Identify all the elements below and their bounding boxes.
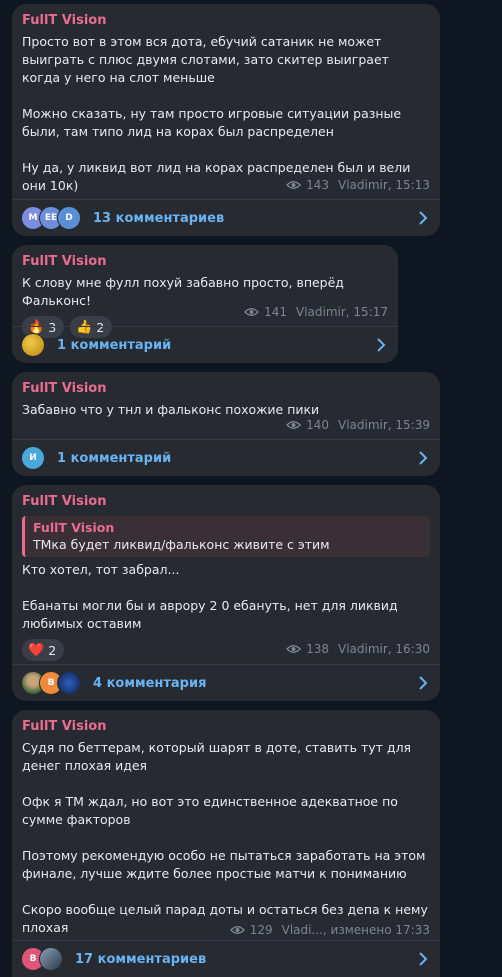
post-signature: Vladimir, 15:17 bbox=[295, 305, 388, 319]
avatar-image bbox=[57, 671, 81, 695]
comments-button[interactable]: 1 комментарий bbox=[12, 326, 398, 363]
views-count: 143 bbox=[306, 178, 329, 192]
post-signature: Vladimir, 16:30 bbox=[337, 642, 430, 656]
comments-button[interactable]: B 4 комментария bbox=[12, 664, 440, 701]
channel-post[interactable]: FullT Vision Просто вот в этом вся дота,… bbox=[12, 4, 440, 236]
post-text: Забавно что у тнл и фальконс похожие пик… bbox=[22, 402, 320, 417]
reaction-count: 2 bbox=[48, 642, 57, 658]
views-eye-icon bbox=[229, 926, 245, 934]
chevron-right-icon bbox=[419, 211, 428, 225]
post-meta: 138 Vladimir, 16:30 bbox=[286, 642, 430, 656]
comments-count: 1 комментарий bbox=[57, 337, 172, 353]
commenter-avatars: B bbox=[21, 671, 81, 695]
channel-post[interactable]: FullT Vision К слову мне фулл похуй заба… bbox=[12, 245, 398, 363]
post-author[interactable]: FullT Vision bbox=[22, 493, 430, 510]
post-text: Кто хотел, тот забрал... Ебанаты могли б… bbox=[22, 562, 398, 631]
post-author[interactable]: FullT Vision bbox=[22, 718, 430, 735]
chevron-right-icon bbox=[377, 338, 386, 352]
avatar-image bbox=[39, 947, 63, 971]
views-eye-icon bbox=[244, 308, 260, 316]
channel-post[interactable]: FullT Vision Забавно что у тнл и фалькон… bbox=[12, 372, 440, 476]
commenter-avatars: И bbox=[21, 446, 45, 470]
avatar-image bbox=[21, 333, 45, 357]
post-meta: 140 Vladimir, 15:39 bbox=[286, 418, 430, 432]
comments-button[interactable]: B 17 комментариев bbox=[12, 940, 440, 977]
chevron-right-icon bbox=[419, 451, 428, 465]
comments-button[interactable]: M EE D 13 комментариев bbox=[12, 199, 440, 236]
comments-count: 17 комментариев bbox=[75, 951, 207, 967]
chevron-right-icon bbox=[419, 676, 428, 690]
commenter-avatars: M EE D bbox=[21, 206, 81, 230]
views-count: 140 bbox=[306, 418, 329, 432]
post-meta: 129 Vladi..., изменено 17:33 bbox=[229, 923, 430, 937]
comments-count: 13 комментариев bbox=[93, 210, 225, 226]
post-text: Судя по беттерам, который шарят в доте, … bbox=[22, 740, 428, 935]
comments-button[interactable]: И 1 комментарий bbox=[12, 439, 440, 476]
avatar: D bbox=[57, 206, 81, 230]
comments-count: 4 комментария bbox=[93, 675, 207, 691]
post-author[interactable]: FullT Vision bbox=[22, 253, 388, 270]
post-meta: 141 Vladimir, 15:17 bbox=[244, 305, 388, 319]
post-author[interactable]: FullT Vision bbox=[22, 380, 430, 397]
quote-author: FullT Vision bbox=[33, 520, 115, 535]
views-count: 141 bbox=[264, 305, 287, 319]
views-count: 138 bbox=[306, 642, 329, 656]
channel-post[interactable]: FullT Vision FullT Vision ТМка будет лик… bbox=[12, 485, 440, 701]
comments-count: 1 комментарий bbox=[57, 450, 172, 466]
post-signature: Vladimir, 15:39 bbox=[337, 418, 430, 432]
post-signature: Vladimir, 15:13 bbox=[337, 178, 430, 192]
post-meta: 143 Vladimir, 15:13 bbox=[286, 178, 430, 192]
post-text: Просто вот в этом вся дота, ебучий сатан… bbox=[22, 34, 411, 193]
views-eye-icon bbox=[286, 645, 302, 653]
avatar: И bbox=[21, 446, 45, 470]
views-eye-icon bbox=[286, 421, 302, 429]
commenter-avatars bbox=[21, 333, 45, 357]
chevron-right-icon bbox=[419, 952, 428, 966]
heart-emoji-icon: ❤️ bbox=[28, 642, 45, 658]
channel-post[interactable]: FullT Vision Судя по беттерам, который ш… bbox=[12, 710, 440, 977]
post-signature: Vladi..., изменено 17:33 bbox=[281, 923, 430, 937]
views-eye-icon bbox=[286, 181, 302, 189]
commenter-avatars: B bbox=[21, 947, 63, 971]
reaction-heart[interactable]: ❤️ 2 bbox=[22, 639, 65, 661]
views-count: 129 bbox=[249, 923, 273, 937]
post-author[interactable]: FullT Vision bbox=[22, 12, 430, 29]
reply-quote[interactable]: FullT Vision ТМка будет ликвид/фальконс … bbox=[22, 516, 430, 557]
quote-text: ТМка будет ликвид/фальконс живите с этим bbox=[33, 537, 330, 552]
